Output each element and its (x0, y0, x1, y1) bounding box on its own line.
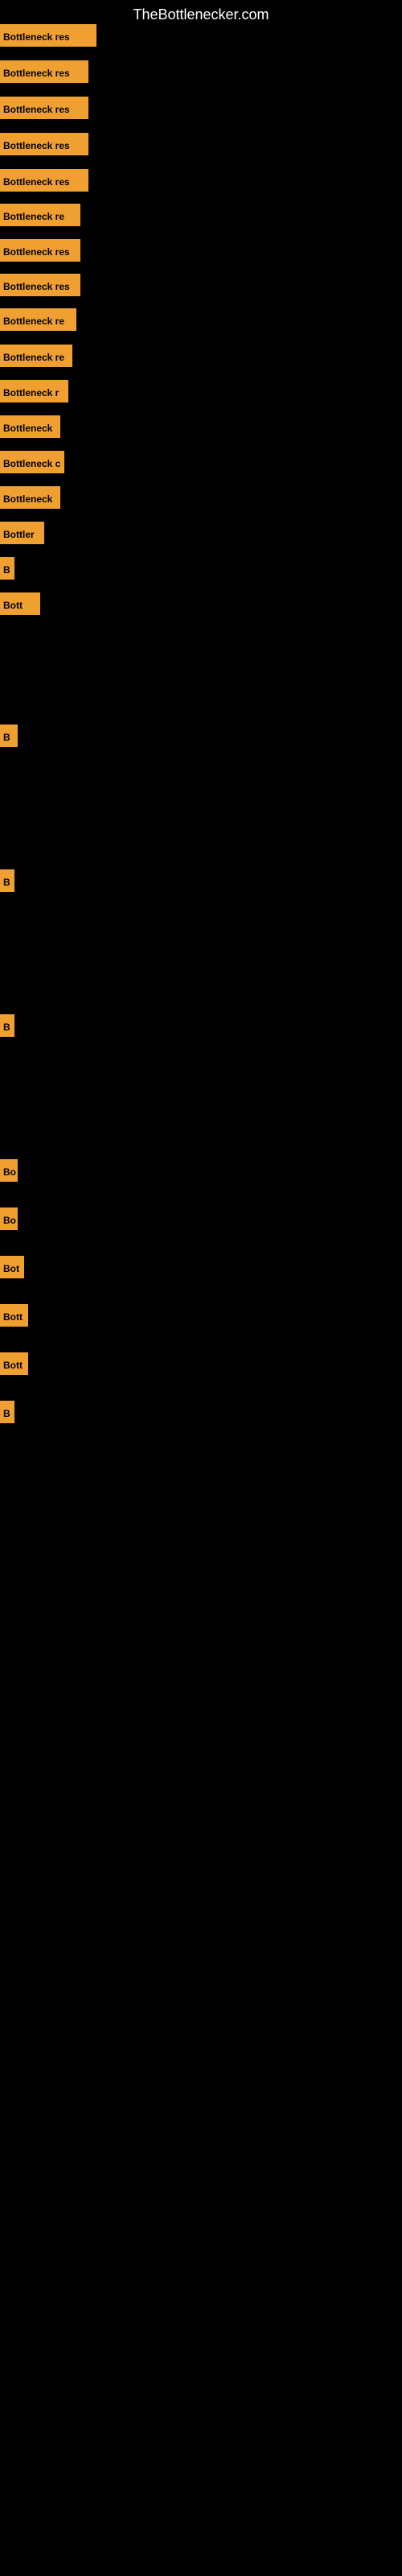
bottleneck-item: Bottleneck r (0, 380, 68, 402)
bottleneck-item: Bottleneck (0, 486, 60, 509)
bottleneck-item: B (0, 724, 18, 747)
bottleneck-item: Bott (0, 592, 40, 615)
bottleneck-item: Bo (0, 1208, 18, 1230)
bottleneck-item: Bottleneck res (0, 239, 80, 262)
bottleneck-item: Bottleneck res (0, 169, 88, 192)
bottleneck-item: Bott (0, 1304, 28, 1327)
bottleneck-item: Bottleneck res (0, 60, 88, 83)
bottleneck-item: Bottleneck res (0, 97, 88, 119)
bottleneck-item: Bottler (0, 522, 44, 544)
bottleneck-item: Bottleneck res (0, 24, 96, 47)
bottleneck-item: B (0, 869, 14, 892)
bottleneck-item: Bottleneck (0, 415, 60, 438)
bottleneck-item: Bottleneck re (0, 345, 72, 367)
bottleneck-item: Bottleneck res (0, 133, 88, 155)
bottleneck-item: Bottleneck res (0, 274, 80, 296)
bottleneck-item: Bottleneck c (0, 451, 64, 473)
bottleneck-item: B (0, 1401, 14, 1423)
bottleneck-item: Bo (0, 1159, 18, 1182)
bottleneck-item: Bottleneck re (0, 308, 76, 331)
bottleneck-item: B (0, 557, 14, 580)
bottleneck-item: Bottleneck re (0, 204, 80, 226)
bottleneck-item: Bot (0, 1256, 24, 1278)
bottleneck-item: Bott (0, 1352, 28, 1375)
bottleneck-item: B (0, 1014, 14, 1037)
